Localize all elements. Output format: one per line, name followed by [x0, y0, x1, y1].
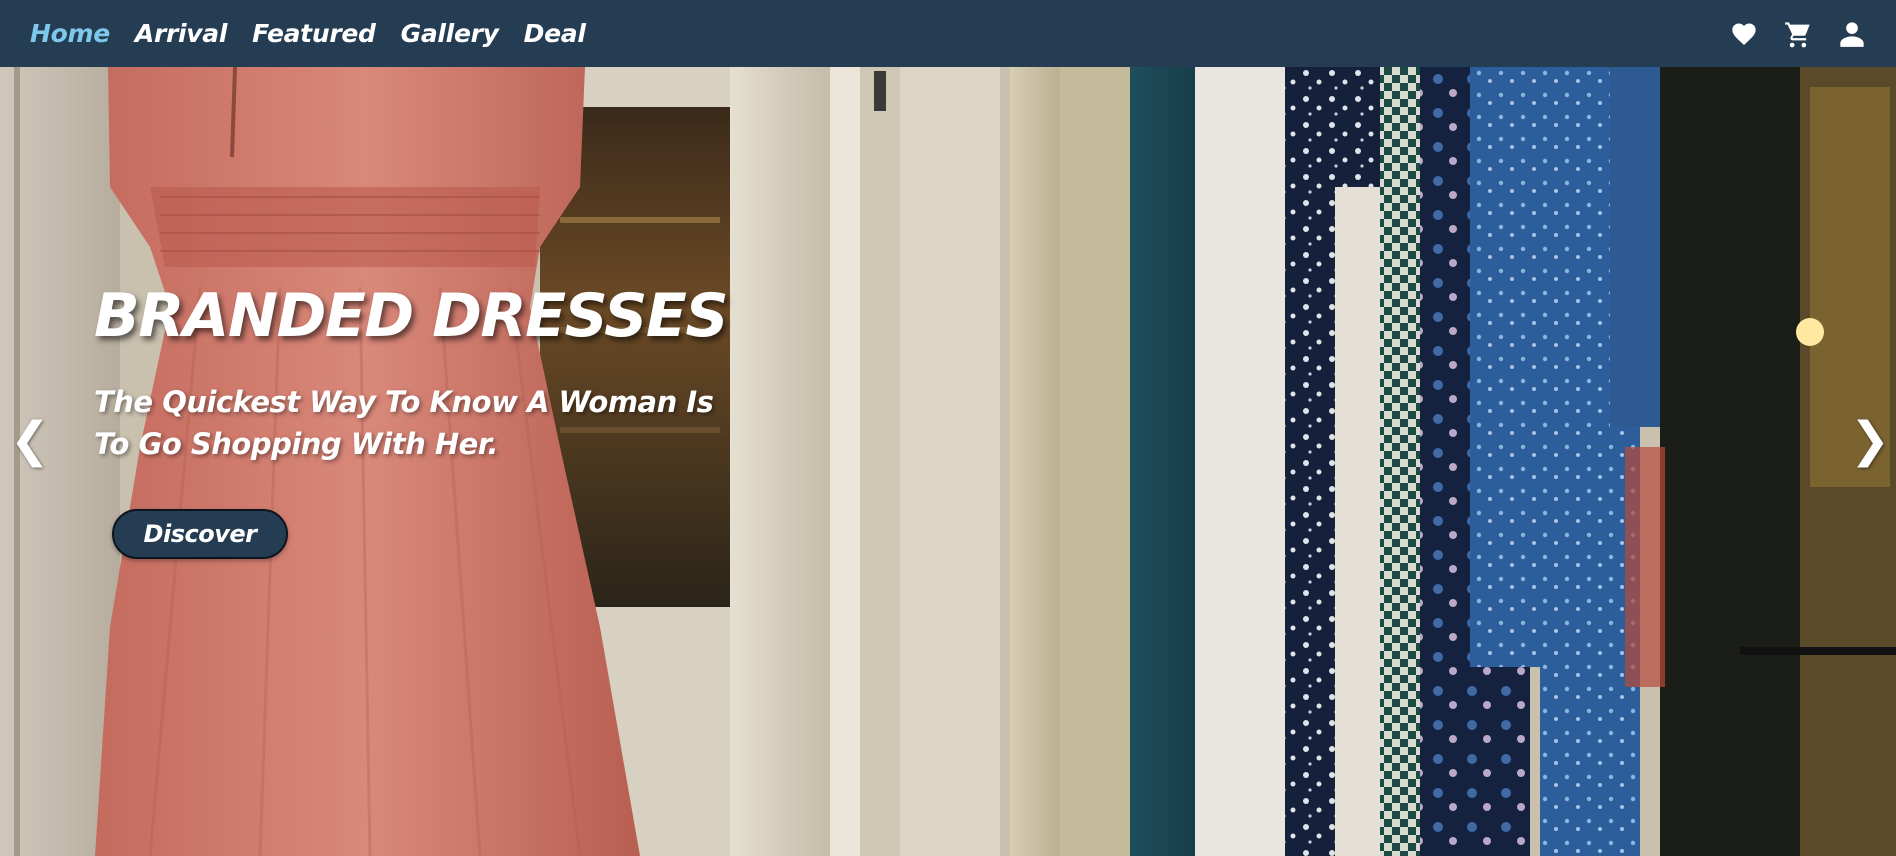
- hero-title: BRANDED DRESSES: [94, 281, 729, 351]
- user-icon[interactable]: [1838, 20, 1866, 48]
- nav-link-deal[interactable]: Deal: [524, 19, 586, 48]
- nav-links: Home Arrival Featured Gallery Deal: [30, 19, 611, 48]
- hero-subtitle: The Quickest Way To Know A Woman Is To G…: [94, 385, 714, 461]
- slider-prev-arrow[interactable]: ❮: [10, 410, 50, 470]
- nav-icons: [1730, 20, 1866, 48]
- nav-link-home[interactable]: Home: [30, 19, 110, 48]
- discover-button[interactable]: Discover: [112, 509, 288, 559]
- navbar: Home Arrival Featured Gallery Deal: [0, 0, 1896, 67]
- cart-icon[interactable]: [1784, 20, 1812, 48]
- nav-link-arrival[interactable]: Arrival: [135, 19, 228, 48]
- nav-link-featured[interactable]: Featured: [252, 19, 376, 48]
- hero-slider: BRANDED DRESSES The Quickest Way To Know…: [0, 67, 1896, 856]
- heart-icon[interactable]: [1730, 20, 1758, 48]
- slider-next-arrow[interactable]: ❯: [1850, 410, 1890, 470]
- nav-link-gallery[interactable]: Gallery: [401, 19, 499, 48]
